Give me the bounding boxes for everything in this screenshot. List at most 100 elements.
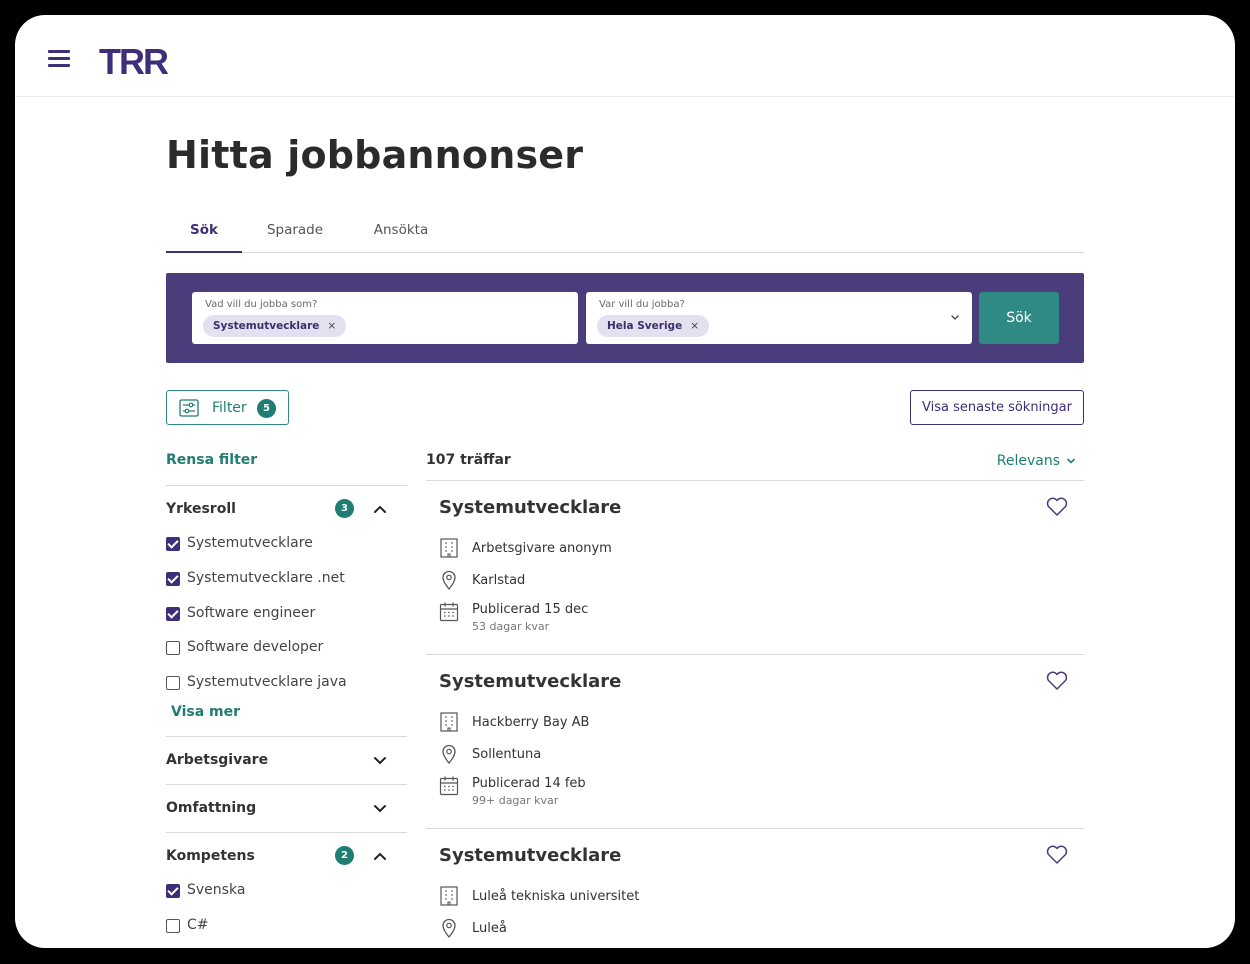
remove-chip-icon[interactable]: ×	[327, 320, 336, 332]
checkbox[interactable]	[166, 641, 180, 655]
location-chip: Hela Sverige ×	[597, 315, 710, 337]
employer-row: Luleå tekniska universitet	[439, 885, 1039, 909]
heart-icon[interactable]	[1046, 671, 1068, 691]
job-title[interactable]: Systemutvecklare	[439, 497, 621, 518]
heart-icon[interactable]	[1046, 845, 1068, 865]
recent-searches-button[interactable]: Visa senaste sökningar	[910, 390, 1084, 425]
job-title-field[interactable]: Vad vill du jobba som? Systemutvecklare ×	[192, 292, 578, 344]
job-card[interactable]: Systemutvecklare Hackberry Bay AB Sollen…	[426, 654, 1084, 828]
page-title: Hitta jobbannonser	[166, 133, 584, 177]
checkbox-label: C#	[187, 917, 209, 933]
checkbox-systemutvecklare[interactable]: Systemutvecklare	[166, 534, 407, 556]
filter-section-arbetsgivare: Arbetsgivare	[166, 736, 407, 784]
map-pin-icon	[442, 744, 456, 765]
section-title: Yrkesroll	[166, 501, 236, 517]
filter-section-kompetens: Kompetens 2 Svenska C#	[166, 832, 407, 948]
checkbox[interactable]	[166, 537, 180, 551]
section-header-yrkesroll[interactable]: Yrkesroll 3	[166, 486, 407, 532]
tab-sok[interactable]: Sök	[166, 211, 242, 253]
employer-row: Hackberry Bay AB	[439, 711, 1039, 735]
top-bar: TRR	[15, 15, 1235, 97]
heart-icon[interactable]	[1046, 497, 1068, 517]
checkbox-label: Systemutvecklare	[187, 535, 313, 551]
logo-text: TRR	[99, 42, 169, 78]
checkbox[interactable]	[166, 676, 180, 690]
device-frame: TRR Hitta jobbannonser Sök Sparade Ansök…	[0, 0, 1250, 964]
chevron-up-icon[interactable]	[372, 848, 388, 864]
location-chip-label: Hela Sverige	[607, 320, 683, 332]
checkbox[interactable]	[166, 884, 180, 898]
trr-logo[interactable]: TRR	[99, 41, 175, 82]
map-pin-icon	[442, 918, 456, 939]
days-remaining: 53 dagar kvar	[472, 620, 550, 633]
app-screen: TRR Hitta jobbannonser Sök Sparade Ansök…	[15, 15, 1235, 948]
checkbox-label: Svenska	[187, 882, 246, 898]
search-button[interactable]: Sök	[979, 292, 1059, 344]
filter-section-omfattning: Omfattning	[166, 784, 407, 832]
show-more-link[interactable]: Visa mer	[171, 704, 240, 720]
remove-chip-icon[interactable]: ×	[690, 320, 699, 332]
job-title-chip: Systemutvecklare ×	[203, 315, 347, 337]
checkbox-systemutvecklare-java[interactable]: Systemutvecklare java	[166, 673, 407, 695]
location-field[interactable]: Var vill du jobba? Hela Sverige ×	[586, 292, 972, 344]
location-row: Karlstad	[439, 569, 1039, 593]
section-header-kompetens[interactable]: Kompetens 2	[166, 833, 407, 879]
building-icon	[440, 712, 458, 732]
calendar-icon	[439, 776, 459, 796]
tab-ansokta[interactable]: Ansökta	[366, 211, 436, 253]
location-row: Luleå	[439, 917, 1039, 941]
employer-name: Arbetsgivare anonym	[472, 541, 612, 556]
section-title: Kompetens	[166, 848, 255, 864]
filter-section-yrkesroll: Yrkesroll 3 Systemutvecklare Systemutvec…	[166, 485, 407, 736]
date-row: Publicerad 14 feb 99+ dagar kvar	[439, 772, 1039, 808]
job-title[interactable]: Systemutvecklare	[439, 671, 621, 692]
location-name: Karlstad	[472, 573, 526, 588]
checkbox-svenska[interactable]: Svenska	[166, 881, 407, 903]
chevron-down-icon[interactable]	[372, 800, 388, 816]
job-title-chip-label: Systemutvecklare	[213, 320, 320, 332]
building-icon	[440, 886, 458, 906]
job-card[interactable]: Systemutvecklare Luleå tekniska universi…	[426, 828, 1084, 948]
section-count-badge: 2	[335, 846, 354, 865]
days-remaining: 99+ dagar kvar	[472, 794, 559, 807]
checkbox-software-engineer[interactable]: Software engineer	[166, 604, 407, 626]
clear-filter-link[interactable]: Rensa filter	[166, 452, 257, 468]
employer-name: Hackberry Bay AB	[472, 715, 590, 730]
chevron-down-icon[interactable]	[949, 311, 961, 323]
location-name: Luleå	[472, 921, 507, 936]
sort-dropdown[interactable]: Relevans	[997, 453, 1076, 469]
job-card[interactable]: Systemutvecklare Arbetsgivare anonym Kar…	[426, 480, 1084, 654]
section-count-badge: 3	[335, 499, 354, 518]
section-header-arbetsgivare[interactable]: Arbetsgivare	[166, 737, 407, 783]
checkbox-software-developer[interactable]: Software developer	[166, 638, 407, 660]
filter-count-badge: 5	[257, 399, 276, 418]
map-pin-icon	[442, 570, 456, 591]
job-title[interactable]: Systemutvecklare	[439, 845, 621, 866]
job-title-label: Vad vill du jobba som?	[205, 299, 318, 310]
location-label: Var vill du jobba?	[599, 299, 685, 310]
tab-sparade[interactable]: Sparade	[260, 211, 330, 253]
chevron-down-icon[interactable]	[372, 752, 388, 768]
sliders-icon	[179, 399, 199, 417]
employer-row: Arbetsgivare anonym	[439, 537, 1039, 561]
hamburger-icon[interactable]	[48, 50, 70, 68]
section-title: Omfattning	[166, 800, 257, 816]
checkbox-csharp[interactable]: C#	[166, 916, 407, 938]
tab-bar: Sök Sparade Ansökta	[166, 211, 1084, 253]
results-count: 107 träffar	[426, 452, 511, 468]
published-date: Publicerad 14 feb	[472, 776, 586, 791]
chevron-up-icon[interactable]	[372, 501, 388, 517]
section-title: Arbetsgivare	[166, 752, 269, 768]
checkbox-label: Software developer	[187, 639, 324, 655]
checkbox-systemutvecklare-net[interactable]: Systemutvecklare .net	[166, 569, 407, 591]
building-icon	[440, 538, 458, 558]
filter-button[interactable]: Filter 5	[166, 390, 289, 425]
checkbox[interactable]	[166, 919, 180, 933]
checkbox[interactable]	[166, 572, 180, 586]
checkbox[interactable]	[166, 607, 180, 621]
section-header-omfattning[interactable]: Omfattning	[166, 785, 407, 831]
checkbox-label: Systemutvecklare java	[187, 674, 347, 690]
filter-label: Filter	[212, 400, 247, 416]
search-panel: Vad vill du jobba som? Systemutvecklare ×…	[166, 273, 1084, 363]
calendar-icon	[439, 602, 459, 622]
